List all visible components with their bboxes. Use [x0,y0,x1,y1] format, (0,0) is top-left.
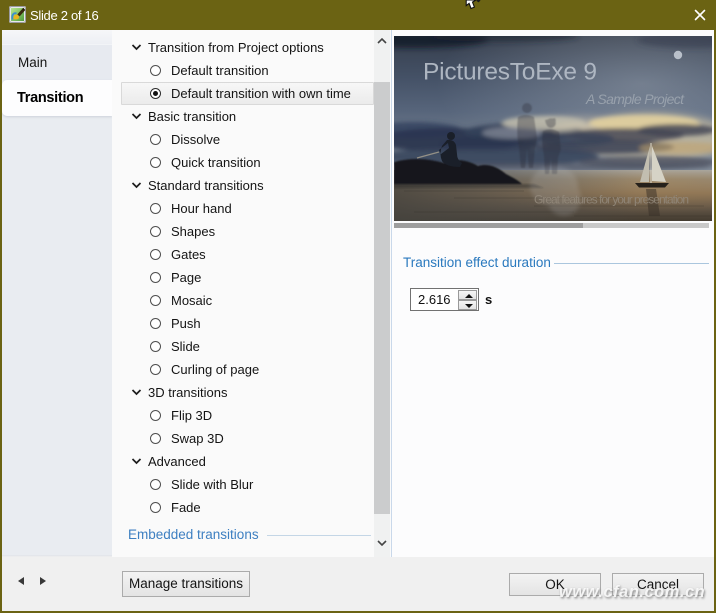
svg-text:PicturesToExe 9: PicturesToExe 9 [423,59,597,86]
svg-text:Great features for your presen: Great features for your presentation [534,193,689,207]
svg-text:A Sample Project: A Sample Project [585,91,685,107]
